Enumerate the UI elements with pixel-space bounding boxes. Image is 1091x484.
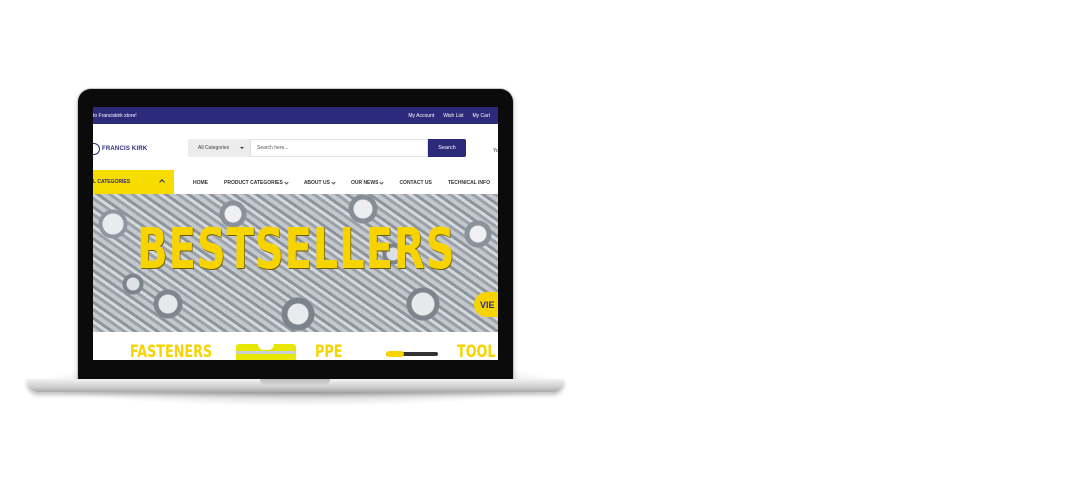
hero-banner[interactable]: BESTSELLERS VIE <box>93 194 498 332</box>
menu-item-contact-us[interactable]: CONTACT US <box>399 180 431 186</box>
menu-item-label: TECHNICAL INFO <box>447 180 490 186</box>
menu-item-our-news[interactable]: OUR NEWS <box>350 180 385 186</box>
search-input[interactable]: Search here... <box>250 139 428 157</box>
laptop-screen: to Franciskirk store! My Account Wish Li… <box>93 107 498 360</box>
chevron-down-icon <box>284 180 289 185</box>
category-select[interactable]: All Categories <box>188 139 250 157</box>
all-categories-label: L CATEGORIES <box>93 179 131 185</box>
all-categories-button[interactable]: L CATEGORIES <box>93 170 174 194</box>
top-bar: to Franciskirk store! My Account Wish Li… <box>93 107 498 124</box>
header: FRANCIS KIRK All Categories Search here.… <box>93 124 498 176</box>
my-cart-link[interactable]: My Cart <box>473 113 491 119</box>
welcome-text: to Franciskirk store! <box>93 113 137 119</box>
tile-ppe[interactable]: PPE <box>315 344 342 361</box>
chevron-up-icon <box>159 179 165 185</box>
tile-fasteners[interactable]: FASTENERS <box>130 344 212 361</box>
caret-down-icon <box>240 147 244 149</box>
menu-item-label: CONTACT US <box>399 180 432 186</box>
chevron-down-icon <box>379 180 385 185</box>
menu-item-home[interactable]: HOME <box>193 180 208 186</box>
menu-item-product-categories[interactable]: PRODUCT CATEGORIES <box>224 180 289 186</box>
vest-image <box>236 344 296 360</box>
tile-tools[interactable]: TOOL <box>457 344 496 361</box>
vest-collar <box>258 344 274 350</box>
menu-item-label: ABOUT US <box>303 180 330 186</box>
my-account-link[interactable]: My Account <box>408 113 434 119</box>
screwdriver-handle <box>386 351 404 357</box>
logo-text: FRANCIS KIRK <box>102 146 148 152</box>
header-right-text: Yo <box>493 148 498 154</box>
category-select-label: All Categories <box>198 145 230 151</box>
laptop-notch <box>260 379 330 386</box>
menu-item-label: HOME <box>193 180 208 186</box>
main-menu: HOME PRODUCT CATEGORIES ABOUT US OUR NEW… <box>193 180 490 186</box>
search-button[interactable]: Search <box>428 139 466 157</box>
menu-item-label: OUR NEWS <box>350 180 379 186</box>
top-links: My Account Wish List My Cart <box>408 113 490 119</box>
menu-item-about-us[interactable]: ABOUT US <box>303 180 336 186</box>
menu-item-technical-info[interactable]: TECHNICAL INFO <box>448 180 490 186</box>
search-bar: All Categories Search here... Search <box>188 139 466 157</box>
category-tiles: FASTENERS PPE TOOL <box>93 332 498 360</box>
screwdriver-image <box>386 351 438 357</box>
banner-view-button[interactable]: VIE <box>474 292 498 317</box>
banner-title: BESTSELLERS <box>137 217 456 282</box>
wish-list-link[interactable]: Wish List <box>443 113 463 119</box>
logo-mark-icon <box>93 143 100 155</box>
vest-stripe <box>236 351 296 354</box>
site-logo[interactable]: FRANCIS KIRK <box>93 143 147 155</box>
menu-item-label: PRODUCT CATEGORIES <box>224 180 283 186</box>
chevron-down-icon <box>331 180 336 185</box>
